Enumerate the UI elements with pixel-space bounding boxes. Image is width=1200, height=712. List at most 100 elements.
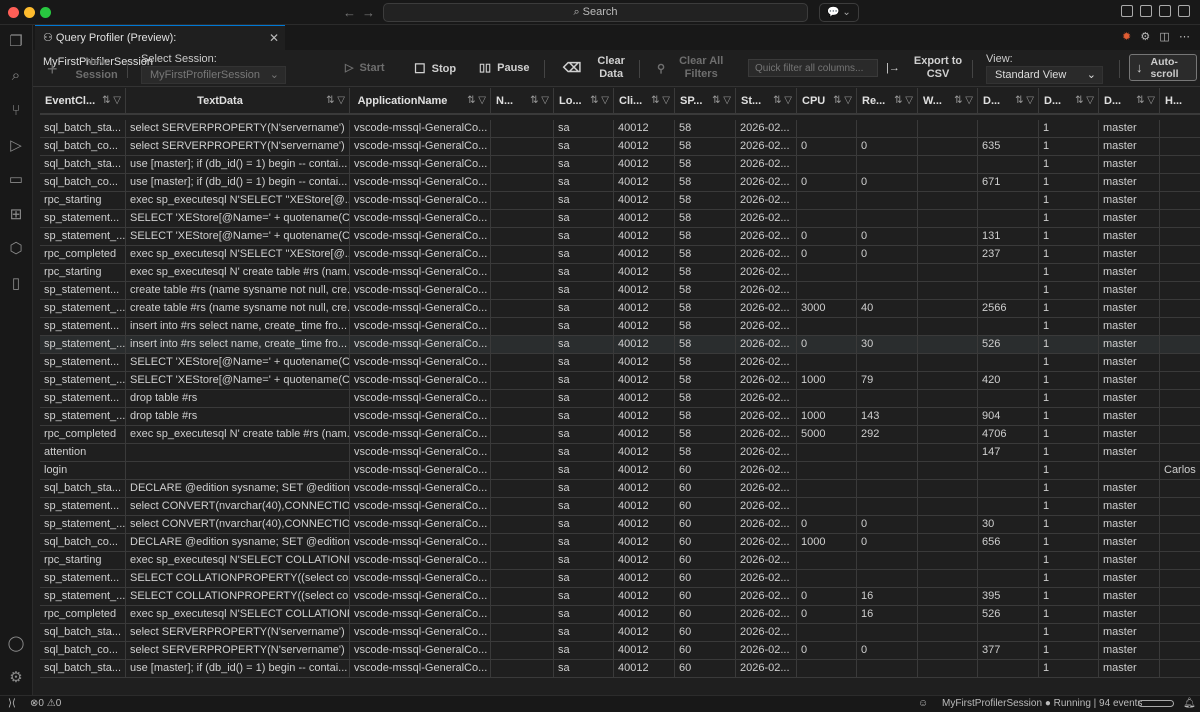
remote-explorer-icon[interactable]: ▭ [7, 171, 25, 189]
column-header-nt-user[interactable]: N... ⇅ ▽ [491, 88, 554, 115]
table-row[interactable]: sp_statement_... SELECT COLLATIONPROPERTY… [40, 588, 1200, 606]
column-header-event-class[interactable]: EventCl... ⇅ ▽ [40, 88, 126, 115]
remote-icon[interactable]: ⟩⟨ [8, 696, 16, 712]
toggle-primary-sidebar-icon[interactable] [1140, 5, 1152, 17]
account-icon[interactable]: ◯ [7, 635, 25, 653]
bug-icon[interactable]: ✹ [1122, 31, 1131, 43]
table-row[interactable]: sp_statement_... create table #rs (name s… [40, 300, 1200, 318]
export-csv-button[interactable]: |→ Export to CSV [886, 55, 962, 81]
sort-filter-icon[interactable]: ⇅ ▽ [326, 88, 345, 114]
column-header-start-time[interactable]: St... ⇅ ▽ [736, 88, 797, 115]
session-select[interactable]: MyFirstProfilerSession ⌄ [141, 66, 286, 84]
table-row[interactable]: sp_statement_... SELECT 'XEStore[@Name=' … [40, 372, 1200, 390]
split-editor-icon[interactable]: ◫ [1159, 31, 1169, 43]
column-header-client-process[interactable]: Cli... ⇅ ▽ [614, 88, 675, 115]
table-row[interactable]: sql_batch_sta... use [master]; if (db_id(… [40, 156, 1200, 174]
column-header-text-data[interactable]: TextData ⇅ ▽ [126, 88, 350, 115]
table-row[interactable]: rpc_completed exec sp_executesql N'SELECT… [40, 606, 1200, 624]
notifications-bell-icon[interactable]: 🔔︎ [1183, 696, 1196, 712]
column-header-database-name[interactable]: D... ⇅ ▽ [1099, 88, 1160, 115]
new-session-button[interactable]: + New Session [47, 56, 118, 82]
clear-all-filters-button[interactable]: ⚲ Clear All Filters [657, 55, 723, 81]
table-row[interactable]: sql_batch_co... DECLARE @edition sysname;… [40, 534, 1200, 552]
book-icon[interactable]: ▯ [7, 275, 25, 293]
table-row[interactable]: sql_batch_sta... use [master]; if (db_id(… [40, 660, 1200, 678]
column-header-duration[interactable]: D... ⇅ ▽ [978, 88, 1039, 115]
more-actions-icon[interactable]: ⋯ [1179, 31, 1190, 43]
table-row[interactable]: sql_batch_sta... DECLARE @edition sysname… [40, 480, 1200, 498]
table-row[interactable]: sp_statement... create table #rs (name sy… [40, 282, 1200, 300]
table-row[interactable]: rpc_starting exec sp_executesql N' create… [40, 264, 1200, 282]
toggle-panel-icon[interactable] [1159, 5, 1171, 17]
copilot-status-icon[interactable]: ☺ [918, 696, 928, 712]
table-row[interactable]: attention vscode-mssql-GeneralCo... sa 4001… [40, 444, 1200, 462]
minimize-window-button[interactable] [24, 7, 35, 18]
toggle-secondary-sidebar-icon[interactable] [1178, 5, 1190, 17]
column-header-host-name[interactable]: H...⇅ ▽ [1160, 88, 1200, 115]
extensions-icon[interactable]: ⊞ [7, 206, 25, 224]
search-icon[interactable]: ⌕ [7, 67, 25, 85]
sort-filter-icon[interactable]: ⇅ ▽ [467, 88, 486, 114]
column-header-database-id[interactable]: D... ⇅ ▽ [1039, 88, 1099, 115]
back-arrow-icon[interactable]: ← [343, 5, 356, 20]
quick-filter-input[interactable] [748, 59, 878, 77]
chat-button[interactable]: 💬 ⌄ [819, 3, 859, 22]
table-row[interactable]: sql_batch_co... use [master]; if (db_id()… [40, 174, 1200, 192]
table-row[interactable]: sp_statement_... insert into #rs select n… [40, 336, 1200, 354]
column-header-cpu[interactable]: CPU ⇅ ▽ [797, 88, 857, 115]
table-row[interactable]: sp_statement_... drop table #rs vscode-mss… [40, 408, 1200, 426]
sort-filter-icon[interactable]: ⇅ ▽ [590, 88, 609, 114]
table-row[interactable]: rpc_completed exec sp_executesql N'SELECT… [40, 246, 1200, 264]
sort-filter-icon[interactable]: ⇅ ▽ [894, 88, 913, 114]
sort-filter-icon[interactable]: ⇅ ▽ [773, 88, 792, 114]
close-window-button[interactable] [8, 7, 19, 18]
column-header-login[interactable]: Lo... ⇅ ▽ [554, 88, 614, 115]
command-center-search[interactable]: ⌕ Search [383, 3, 808, 22]
source-control-icon[interactable]: ⑂ [7, 102, 25, 120]
table-row[interactable]: rpc_completed exec sp_executesql N' creat… [40, 426, 1200, 444]
table-row[interactable]: sp_statement... insert into #rs select na… [40, 318, 1200, 336]
table-row[interactable]: sp_statement_... select CONVERT(nvarchar(… [40, 516, 1200, 534]
table-row[interactable]: sql_batch_sta... select SERVERPROPERTY(N'… [40, 120, 1200, 138]
pause-button[interactable]: ▯▯ Pause [479, 61, 530, 75]
sort-filter-icon[interactable]: ⇅ ▽ [651, 88, 670, 114]
column-header-reads[interactable]: Re... ⇅ ▽ [857, 88, 918, 115]
table-row[interactable]: login vscode-mssql-GeneralCo... sa 40012 60 2… [40, 462, 1200, 480]
table-row[interactable]: sp_statement... drop table #rs vscode-mssq… [40, 390, 1200, 408]
sort-filter-icon[interactable]: ⇅ ▽ [1075, 88, 1094, 114]
column-header-spid[interactable]: SP... ⇅ ▽ [675, 88, 736, 115]
autoscroll-button[interactable]: ↓ Auto- scroll [1129, 54, 1197, 81]
table-row[interactable]: sp_statement... SELECT 'XEStore[@Name=' +… [40, 210, 1200, 228]
sort-filter-icon[interactable]: ⇅ ▽ [833, 88, 852, 114]
column-header-writes[interactable]: W... ⇅ ▽ [918, 88, 978, 115]
explorer-icon[interactable]: ❐ [7, 33, 25, 51]
stop-button[interactable]: ☐ Stop [414, 61, 456, 77]
sql-server-icon[interactable]: ⬡ [7, 240, 25, 258]
sort-filter-icon[interactable]: ⇅ ▽ [102, 88, 121, 114]
table-row[interactable]: sp_statement... SELECT 'XEStore[@Name=' +… [40, 354, 1200, 372]
view-select[interactable]: Standard View ⌄ [986, 66, 1103, 84]
maximize-window-button[interactable] [40, 7, 51, 18]
run-debug-icon[interactable]: ▷ [7, 137, 25, 155]
forward-arrow-icon[interactable]: → [362, 5, 375, 20]
sort-filter-icon[interactable]: ⇅ ▽ [712, 88, 731, 114]
table-row[interactable]: rpc_starting exec sp_executesql N'SELECT … [40, 192, 1200, 210]
tab-query-profiler[interactable]: ⚇ Query Profiler (Preview): MyFirstProfi… [35, 25, 285, 68]
table-row[interactable]: sp_statement... SELECT COLLATIONPROPERTY(… [40, 570, 1200, 588]
problems-indicator[interactable]: ⊗0 ⚠0 [30, 696, 61, 712]
sort-filter-icon[interactable]: ⇅ ▽ [1136, 88, 1155, 114]
start-button[interactable]: ▷ Start [345, 61, 385, 75]
sort-filter-icon[interactable]: ⇅ ▽ [1015, 88, 1034, 114]
sort-filter-icon[interactable]: ⇅ ▽ [530, 88, 549, 114]
table-row[interactable]: sql_batch_sta... select SERVERPROPERTY(N'… [40, 624, 1200, 642]
table-row[interactable]: sql_batch_co... select SERVERPROPERTY(N's… [40, 138, 1200, 156]
customize-layout-icon[interactable] [1121, 5, 1133, 17]
close-tab-icon[interactable]: ✕ [269, 26, 279, 50]
copilot-icon[interactable]: ⚙ [1140, 31, 1150, 43]
gear-icon[interactable]: ⚙ [7, 669, 25, 687]
table-row[interactable]: rpc_starting exec sp_executesql N'SELECT … [40, 552, 1200, 570]
table-row[interactable]: sp_statement... select CONVERT(nvarchar(4… [40, 498, 1200, 516]
table-row[interactable]: sql_batch_co... select SERVERPROPERTY(N's… [40, 642, 1200, 660]
column-header-application-name[interactable]: ApplicationName ⇅ ▽ [350, 88, 491, 115]
clear-data-button[interactable]: ⌫ Clear Data [563, 55, 625, 81]
